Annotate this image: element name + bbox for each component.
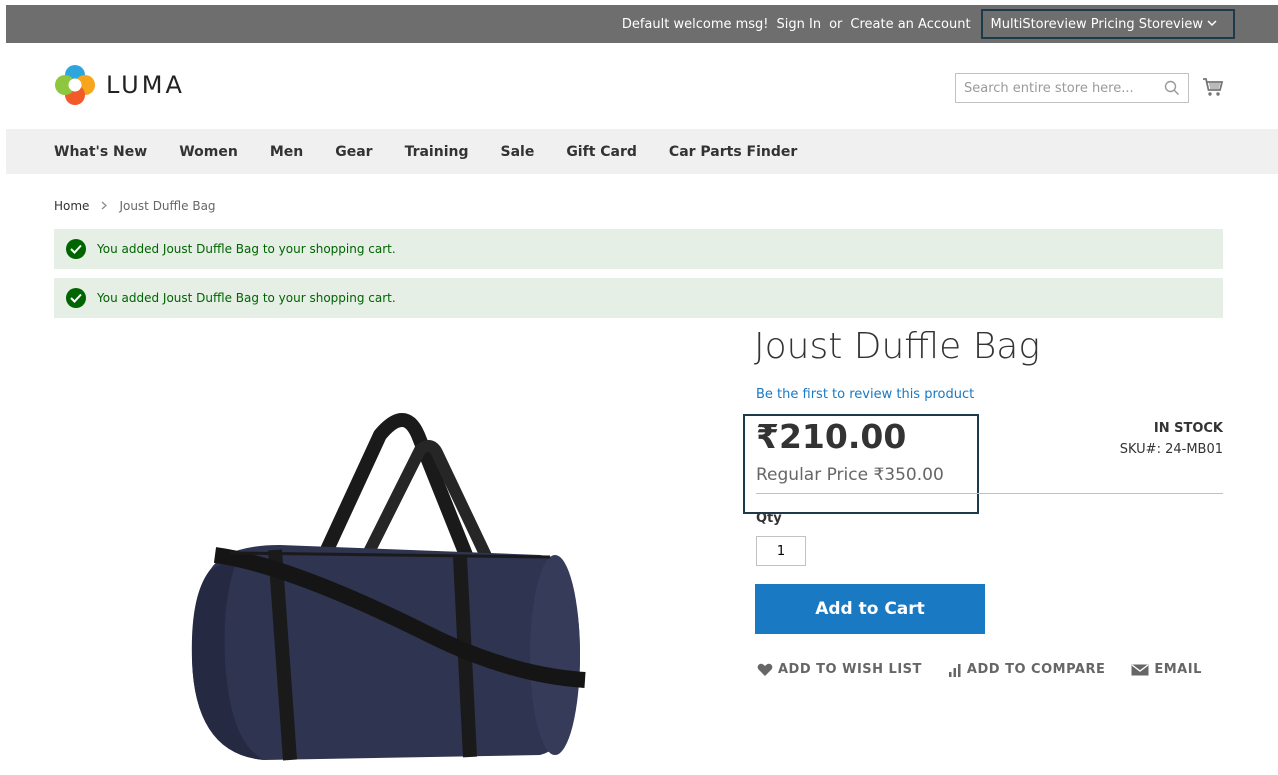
nav-item-gift-card[interactable]: Gift Card xyxy=(566,144,637,160)
compare-icon xyxy=(948,663,961,677)
product-actions: ADD TO WISH LIST ADD TO COMPARE EMAIL xyxy=(757,662,1228,677)
success-message: You added Joust Duffle Bag to your shopp… xyxy=(54,278,1223,318)
compare-label: ADD TO COMPARE xyxy=(966,662,1106,677)
wishlist-label: ADD TO WISH LIST xyxy=(778,662,922,677)
create-account-link[interactable]: Create an Account xyxy=(850,17,970,32)
search-icon[interactable] xyxy=(1164,80,1180,96)
top-bar: Default welcome msg! Sign In or Create a… xyxy=(6,5,1278,43)
add-to-wishlist-link[interactable]: ADD TO WISH LIST xyxy=(757,662,922,677)
final-price: ₹210.00 xyxy=(756,417,907,456)
storeview-label: MultiStoreview Pricing Storeview xyxy=(990,16,1203,32)
breadcrumb-home[interactable]: Home xyxy=(54,199,89,213)
envelope-icon xyxy=(1131,663,1149,675)
logo-text: LUMA xyxy=(106,71,185,99)
main-navigation: What's New Women Men Gear Training Sale … xyxy=(6,129,1278,174)
search-input[interactable] xyxy=(956,74,1156,102)
chevron-down-icon xyxy=(1207,19,1217,30)
luma-logo[interactable]: LUMA xyxy=(54,64,185,106)
storeview-switcher[interactable]: MultiStoreview Pricing Storeview xyxy=(980,9,1235,39)
nav-item-men[interactable]: Men xyxy=(270,144,303,160)
nav-item-whats-new[interactable]: What's New xyxy=(54,144,147,160)
regular-price: Regular Price ₹350.00 xyxy=(756,465,944,485)
heart-icon xyxy=(757,663,773,676)
nav-item-car-parts-finder[interactable]: Car Parts Finder xyxy=(669,144,797,160)
cart-icon[interactable] xyxy=(1202,76,1224,98)
or-text: or xyxy=(829,16,843,32)
luma-logo-icon xyxy=(55,65,95,105)
success-message-text: You added Joust Duffle Bag to your shopp… xyxy=(97,242,396,256)
search-box xyxy=(955,73,1189,103)
review-link[interactable]: Be the first to review this product xyxy=(756,387,974,402)
add-to-compare-link[interactable]: ADD TO COMPARE xyxy=(948,662,1105,677)
qty-label: Qty xyxy=(756,511,782,526)
add-to-cart-button[interactable]: Add to Cart xyxy=(755,584,985,634)
welcome-message: Default welcome msg! xyxy=(621,16,769,32)
check-icon xyxy=(66,288,86,308)
divider xyxy=(756,493,1223,494)
nav-item-training[interactable]: Training xyxy=(405,144,469,160)
success-message: You added Joust Duffle Bag to your shopp… xyxy=(54,229,1223,269)
email-label: EMAIL xyxy=(1154,662,1202,677)
breadcrumb: Home Joust Duffle Bag xyxy=(54,199,216,213)
success-message-text: You added Joust Duffle Bag to your shopp… xyxy=(97,291,396,305)
header-links: Default welcome msg! Sign In or Create a… xyxy=(622,5,1278,43)
email-link[interactable]: EMAIL xyxy=(1131,662,1202,677)
sign-in-link[interactable]: Sign In xyxy=(777,17,822,32)
product-sku: SKU#: 24-MB01 xyxy=(1119,442,1223,457)
breadcrumb-current: Joust Duffle Bag xyxy=(119,199,216,213)
product-image[interactable] xyxy=(170,395,600,775)
nav-item-gear[interactable]: Gear xyxy=(335,144,372,160)
nav-item-women[interactable]: Women xyxy=(179,144,238,160)
stock-status: IN STOCK xyxy=(1153,421,1223,436)
qty-input[interactable] xyxy=(756,536,806,566)
chevron-right-icon xyxy=(101,200,108,213)
product-title: Joust Duffle Bag xyxy=(754,326,1040,367)
check-icon xyxy=(66,239,86,259)
nav-item-sale[interactable]: Sale xyxy=(500,144,534,160)
